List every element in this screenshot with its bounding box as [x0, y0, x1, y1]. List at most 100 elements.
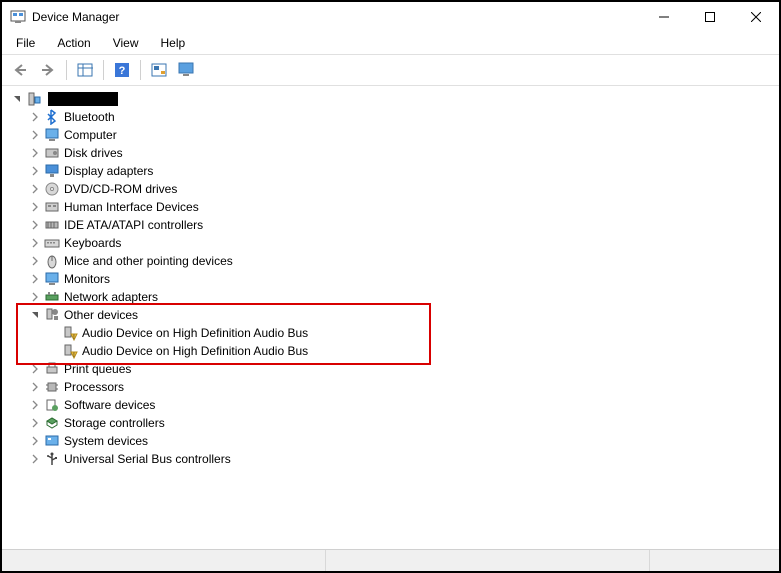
category-label: Keyboards	[64, 236, 121, 250]
tree-category[interactable]: Disk drives	[4, 144, 777, 162]
device-label: Audio Device on High Definition Audio Bu…	[82, 344, 308, 358]
tree-category[interactable]: Display adapters	[4, 162, 777, 180]
device-label: Audio Device on High Definition Audio Bu…	[82, 326, 308, 340]
category-label: Other devices	[64, 308, 138, 322]
collapse-icon[interactable]	[28, 308, 42, 322]
printer-icon	[44, 361, 60, 377]
device-manager-window: Device Manager File Action View Help	[0, 0, 781, 573]
tree-device-unknown[interactable]: ! Audio Device on High Definition Audio …	[4, 324, 777, 342]
expand-icon[interactable]	[28, 398, 42, 412]
status-cell	[650, 550, 779, 571]
tree-root[interactable]	[4, 90, 777, 108]
device-tree[interactable]: Bluetooth Computer Disk drives Display a…	[2, 86, 779, 549]
tree-category[interactable]: Mice and other pointing devices	[4, 252, 777, 270]
expand-icon[interactable]	[28, 272, 42, 286]
close-button[interactable]	[733, 2, 779, 32]
expand-icon[interactable]	[28, 254, 42, 268]
status-cell	[2, 550, 326, 571]
expand-icon[interactable]	[28, 434, 42, 448]
forward-button[interactable]	[36, 59, 60, 81]
status-cell	[326, 550, 650, 571]
svg-text:?: ?	[119, 65, 126, 77]
ide-icon	[44, 217, 60, 233]
tree-category[interactable]: Bluetooth	[4, 108, 777, 126]
expand-icon[interactable]	[28, 380, 42, 394]
category-label: Processors	[64, 380, 124, 394]
expand-icon[interactable]	[28, 128, 42, 142]
window-title: Device Manager	[32, 10, 641, 24]
other-icon	[44, 307, 60, 323]
toolbar-separator	[66, 60, 67, 80]
expand-icon[interactable]	[28, 146, 42, 160]
menu-help[interactable]: Help	[151, 34, 196, 52]
tree-category[interactable]: Universal Serial Bus controllers	[4, 450, 777, 468]
category-label: Monitors	[64, 272, 110, 286]
category-label: Mice and other pointing devices	[64, 254, 233, 268]
expander-placeholder	[46, 326, 60, 340]
scan-hardware-button[interactable]	[147, 59, 171, 81]
bluetooth-icon	[44, 109, 60, 125]
expand-icon[interactable]	[28, 416, 42, 430]
tree-category[interactable]: DVD/CD-ROM drives	[4, 180, 777, 198]
expand-icon[interactable]	[28, 362, 42, 376]
computer-name-redacted	[48, 92, 118, 106]
keyboard-icon	[44, 235, 60, 251]
network-icon	[44, 289, 60, 305]
menu-action[interactable]: Action	[47, 34, 100, 52]
tree-category[interactable]: Print queues	[4, 360, 777, 378]
category-label: Software devices	[64, 398, 155, 412]
tree-category[interactable]: Computer	[4, 126, 777, 144]
tree-category[interactable]: Human Interface Devices	[4, 198, 777, 216]
menu-view[interactable]: View	[103, 34, 149, 52]
computer-icon	[44, 127, 60, 143]
expand-icon[interactable]	[28, 182, 42, 196]
toolbar-separator	[103, 60, 104, 80]
tree-category[interactable]: Keyboards	[4, 234, 777, 252]
tree-category[interactable]: Software devices	[4, 396, 777, 414]
expander-placeholder	[46, 344, 60, 358]
cdrom-icon	[44, 181, 60, 197]
tree-category[interactable]: IDE ATA/ATAPI controllers	[4, 216, 777, 234]
category-label: System devices	[64, 434, 148, 448]
show-hide-tree-button[interactable]	[73, 59, 97, 81]
hid-icon	[44, 199, 60, 215]
minimize-button[interactable]	[641, 2, 687, 32]
expand-icon[interactable]	[28, 218, 42, 232]
category-label: Computer	[64, 128, 117, 142]
toolbar-separator	[140, 60, 141, 80]
menu-file[interactable]: File	[6, 34, 45, 52]
processor-icon	[44, 379, 60, 395]
unknown-device-icon: !	[62, 325, 78, 341]
pc-icon	[26, 91, 42, 107]
tree-category-other-devices[interactable]: Other devices	[4, 306, 777, 324]
expand-icon[interactable]	[28, 110, 42, 124]
category-label: Human Interface Devices	[64, 200, 199, 214]
expand-icon[interactable]	[28, 236, 42, 250]
tree-category[interactable]: Processors	[4, 378, 777, 396]
category-label: Print queues	[64, 362, 131, 376]
tree-category[interactable]: Monitors	[4, 270, 777, 288]
back-button[interactable]	[8, 59, 32, 81]
expand-icon[interactable]	[28, 164, 42, 178]
statusbar	[2, 549, 779, 571]
titlebar: Device Manager	[2, 2, 779, 32]
maximize-button[interactable]	[687, 2, 733, 32]
tree-category[interactable]: Storage controllers	[4, 414, 777, 432]
software-icon	[44, 397, 60, 413]
tree-category[interactable]: Network adapters	[4, 288, 777, 306]
help-button[interactable]: ?	[110, 59, 134, 81]
collapse-icon[interactable]	[10, 92, 24, 106]
monitor-icon	[44, 271, 60, 287]
window-controls	[641, 2, 779, 32]
category-label: Display adapters	[64, 164, 153, 178]
monitor-button[interactable]	[175, 59, 199, 81]
mouse-icon	[44, 253, 60, 269]
tree-device-unknown[interactable]: ! Audio Device on High Definition Audio …	[4, 342, 777, 360]
expand-icon[interactable]	[28, 200, 42, 214]
expand-icon[interactable]	[28, 290, 42, 304]
storage-icon	[44, 415, 60, 431]
category-label: Bluetooth	[64, 110, 115, 124]
expand-icon[interactable]	[28, 452, 42, 466]
usb-icon	[44, 451, 60, 467]
tree-category[interactable]: System devices	[4, 432, 777, 450]
